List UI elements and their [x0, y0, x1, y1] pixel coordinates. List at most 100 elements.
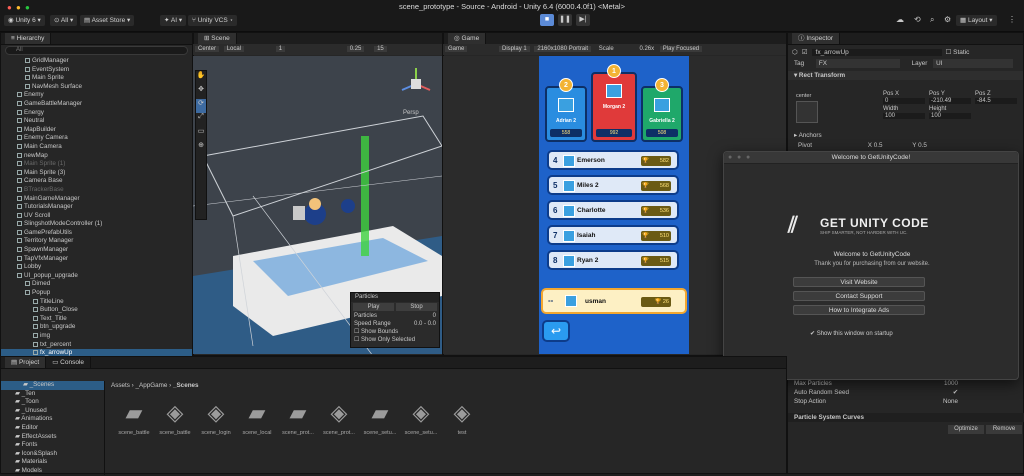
unity-vcs-button[interactable]: ⑂ Unity VCS ▾ — [188, 15, 238, 26]
podium-card[interactable]: 1 Morgan 2 992 — [591, 64, 637, 142]
hierarchy-item[interactable]: Main Camera — [1, 143, 192, 152]
scene-viewport[interactable]: ✋ ✥ ⟳ ⤢ ▭ ⊕ Persp Particles Play Stop Pa… — [193, 56, 442, 354]
move-tool-icon[interactable]: ✥ — [196, 85, 206, 99]
snap-increment-field[interactable]: 0.25 — [346, 46, 365, 52]
hierarchy-item[interactable]: Main Sprite (1) — [1, 160, 192, 169]
hierarchy-item[interactable]: GamePrefabUtils — [1, 229, 192, 238]
active-checkbox[interactable]: ☑ — [802, 48, 808, 56]
project-folder[interactable]: ▰ Animations — [1, 415, 104, 424]
stop-action-dropdown[interactable]: None — [943, 397, 958, 406]
show-on-startup-toggle[interactable]: ✔ Show this window on startup — [810, 330, 893, 337]
visit-website-button[interactable]: Visit Website — [793, 277, 925, 287]
tab-inspector[interactable]: ⓘ Inspector — [792, 33, 841, 44]
optimize-button[interactable]: Optimize — [948, 425, 984, 434]
hierarchy-item[interactable]: Territory Manager — [1, 237, 192, 246]
history-icon[interactable]: ⟲ — [914, 15, 921, 24]
hierarchy-item[interactable]: NavMesh Surface — [1, 83, 192, 92]
anchor-presets-button[interactable] — [796, 101, 818, 123]
step-button[interactable]: ▶| — [576, 14, 590, 26]
auto-random-seed-checkbox[interactable]: ✔ — [953, 388, 958, 397]
layout-dropdown[interactable]: ▦ Layout ▾ — [956, 15, 997, 26]
my-rank-row[interactable]: -- usman 🏆 26 — [541, 288, 687, 314]
width-field[interactable]: 100 — [883, 113, 925, 119]
height-field[interactable]: 100 — [929, 113, 971, 119]
zoom-window-icon[interactable]: ● — [25, 3, 30, 12]
project-folder[interactable]: ▰ _Unused — [1, 407, 104, 416]
ai-button[interactable]: ✦ AI ▾ — [160, 15, 187, 26]
asset-item[interactable]: ◈ scene_prot... — [321, 400, 357, 436]
hierarchy-item[interactable]: Enemy Camera — [1, 134, 192, 143]
leaderboard-row[interactable]: 7 Isaiah 🏆 510 — [547, 225, 679, 245]
pos-y-field[interactable]: -210.49 — [929, 98, 971, 104]
hierarchy-item[interactable]: UV Scroll — [1, 212, 192, 221]
breadcrumb-scenes[interactable]: _Scenes — [173, 382, 199, 389]
hierarchy-item[interactable]: GridManager — [1, 57, 192, 66]
grid-toggle[interactable]: 1 — [275, 46, 286, 52]
asset-item[interactable]: ◈ scene_setu... — [403, 400, 439, 436]
hierarchy-item[interactable]: EventSystem — [1, 66, 192, 75]
rotate-tool-icon[interactable]: ⟳ — [196, 99, 206, 113]
show-only-selected-toggle[interactable]: ☐ Show Only Selected — [351, 336, 439, 344]
leaderboard-row[interactable]: 5 Miles 2 🏆 568 — [547, 175, 679, 195]
project-folder[interactable]: ▰ Fonts — [1, 441, 104, 450]
dialog-zoom-icon[interactable]: ● — [746, 152, 750, 164]
asset-item[interactable]: ▰ scene_battle — [116, 400, 152, 436]
hierarchy-item[interactable]: TapVfxManager — [1, 255, 192, 264]
pos-x-field[interactable]: 0 — [883, 98, 925, 104]
integrate-ads-button[interactable]: How to Integrate Ads — [793, 305, 925, 315]
remove-button[interactable]: Remove — [986, 425, 1022, 434]
hierarchy-item[interactable]: Enemy — [1, 91, 192, 100]
pivot-center-dropdown[interactable]: Center — [195, 46, 220, 52]
podium-card[interactable]: 3 Gabriella 2 508 — [641, 78, 683, 142]
rect-transform-header[interactable]: ▾ Rect Transform — [788, 71, 1023, 80]
asset-item[interactable]: ▰ scene_setu... — [362, 400, 398, 436]
object-name-field[interactable]: fx_arrowUp — [811, 48, 942, 56]
max-particles-field[interactable]: 1000 — [944, 379, 958, 388]
pause-button[interactable]: ❚❚ — [558, 14, 572, 26]
display-dropdown[interactable]: Display 1 — [499, 46, 530, 52]
settings-icon[interactable]: ⚙ — [944, 15, 951, 24]
layer-dropdown[interactable]: UI — [933, 59, 1014, 68]
search-icon[interactable]: ⌕ — [930, 15, 934, 25]
transform-tool-icon[interactable]: ⊕ — [196, 141, 206, 155]
back-icon[interactable]: ↩ — [542, 320, 570, 342]
hierarchy-item[interactable]: MainGameManager — [1, 195, 192, 204]
hierarchy-item[interactable]: txt_percent — [1, 341, 192, 350]
hierarchy-item[interactable]: Main Sprite — [1, 74, 192, 83]
persp-label[interactable]: Persp — [403, 110, 419, 116]
account-button[interactable]: ◉ Unity 6 ▾ — [4, 15, 45, 26]
hierarchy-item[interactable]: SlingshotModeController (1) — [1, 220, 192, 229]
breadcrumb-assets[interactable]: Assets — [111, 382, 130, 389]
project-folder[interactable]: ▰ _Toon — [1, 398, 104, 407]
close-window-icon[interactable]: ● — [7, 3, 12, 12]
asset-store-button[interactable]: ▤ Asset Store ▾ — [80, 15, 135, 26]
tab-hierarchy[interactable]: ≡ Hierarchy — [5, 33, 52, 44]
asset-item[interactable]: ◈ test — [444, 400, 480, 436]
hierarchy-search-input[interactable]: All — [5, 46, 188, 55]
scale-value[interactable]: 0.26x — [639, 46, 654, 52]
pivot-x-field[interactable]: X 0.5 — [868, 142, 883, 149]
hierarchy-item[interactable]: Popup — [1, 289, 192, 298]
game-mode-dropdown[interactable]: Game — [445, 46, 468, 52]
rect-tool-icon[interactable]: ▭ — [196, 127, 206, 141]
asset-item[interactable]: ▰ scene_local — [239, 400, 275, 436]
play-button[interactable]: ■ — [540, 14, 554, 26]
hierarchy-item[interactable]: newMap — [1, 152, 192, 161]
project-folder[interactable]: ▰ Editor — [1, 424, 104, 433]
project-folder[interactable]: ▰ _Ten — [1, 390, 104, 399]
anchors-foldout[interactable]: ▸ Anchors — [788, 131, 822, 140]
scene-gizmo[interactable] — [396, 64, 436, 104]
hierarchy-item[interactable]: img — [1, 332, 192, 341]
hierarchy-item[interactable]: Button_Close — [1, 306, 192, 315]
hierarchy-item[interactable]: btn_upgrade — [1, 323, 192, 332]
leaderboard-row[interactable]: 6 Charlotte 🏆 536 — [547, 200, 679, 220]
hierarchy-item[interactable]: Neutral — [1, 117, 192, 126]
pos-z-field[interactable]: -84.5 — [975, 98, 1017, 104]
project-folder[interactable]: ▰ EffectAssets — [1, 433, 104, 442]
scale-tool-icon[interactable]: ⤢ — [196, 113, 206, 127]
hierarchy-item[interactable]: MapBuilder — [1, 126, 192, 135]
hand-tool-icon[interactable]: ✋ — [196, 71, 206, 85]
project-folder[interactable]: ▰ Models — [1, 467, 104, 476]
project-folder[interactable]: ▰ _Scenes — [1, 381, 104, 390]
tab-project[interactable]: ▤ Project — [5, 357, 47, 368]
